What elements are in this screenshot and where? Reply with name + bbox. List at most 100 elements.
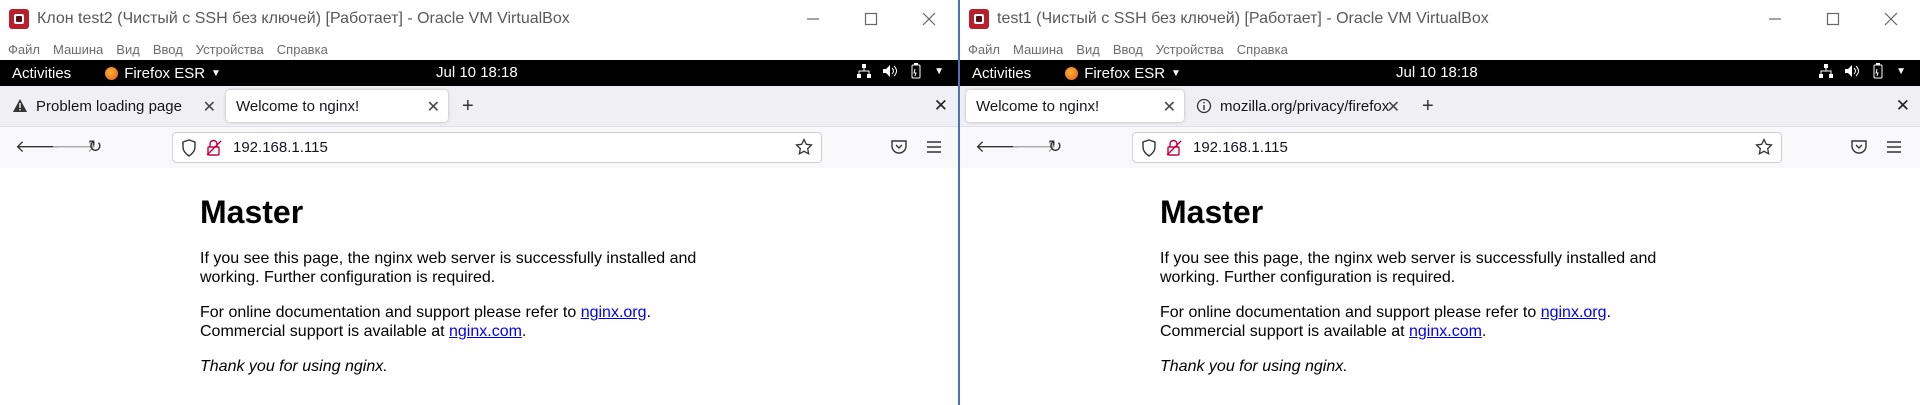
menu-input[interactable]: Ввод (1113, 42, 1143, 57)
support-text: Commercial support is available at (1160, 323, 1409, 340)
maximize-icon (1826, 12, 1840, 26)
tab-label: Welcome to nginx! (976, 97, 1100, 115)
menu-file[interactable]: Файл (968, 42, 1000, 57)
close-window-button[interactable] (1862, 0, 1920, 38)
page-content: Master If you see this page, the nginx w… (960, 168, 1920, 405)
tab-mozilla-privacy[interactable]: mozilla.org/privacy/firefox ✕ (1186, 90, 1408, 122)
app-menu[interactable]: Firefox ESR ▼ (1065, 65, 1181, 82)
insecure-lock-icon (1166, 139, 1182, 156)
close-window-button[interactable] (900, 0, 958, 38)
virtualbox-menubar: Файл Машина Вид Ввод Устройства Справка (0, 38, 958, 60)
menu-devices[interactable]: Устройства (1156, 42, 1224, 57)
window-titlebar[interactable]: test1 (Чистый с SSH без ключей) [Работае… (960, 0, 1920, 38)
clock[interactable]: Jul 10 18:18 (436, 64, 518, 81)
thanks-text: Thank you for using nginx. (1160, 358, 1348, 375)
network-icon (857, 64, 872, 78)
tab-welcome-nginx[interactable]: Welcome to nginx! ✕ (966, 90, 1184, 122)
menu-view[interactable]: Вид (116, 42, 140, 57)
app-menu-label: Firefox ESR (124, 64, 206, 82)
reload-button[interactable]: ↻ (88, 138, 102, 156)
tab-close-icon[interactable]: ✕ (1163, 97, 1176, 117)
volume-icon (1845, 65, 1860, 77)
url-bar[interactable]: 192.168.1.115 (1132, 132, 1782, 163)
minimize-icon (1769, 18, 1781, 20)
menu-machine[interactable]: Машина (53, 42, 103, 57)
menu-help[interactable]: Справка (277, 42, 328, 57)
page-content: Master If you see this page, the nginx w… (0, 168, 958, 405)
tab-problem-loading[interactable]: Problem loading page ✕ (2, 90, 224, 122)
minimize-button[interactable] (1746, 0, 1804, 38)
close-tabs-icon[interactable]: ✕ (1896, 96, 1910, 116)
window-titlebar[interactable]: Клон test2 (Чистый с SSH без ключей) [Ра… (0, 0, 958, 38)
system-tray[interactable]: ▼ (856, 63, 944, 79)
maximize-button[interactable] (1804, 0, 1862, 38)
caret-down-icon: ▼ (934, 65, 944, 77)
link-nginx-com[interactable]: nginx.com (449, 323, 522, 340)
tab-welcome-nginx[interactable]: Welcome to nginx! ✕ (226, 90, 448, 122)
paragraph-docs: For online documentation and support ple… (200, 303, 720, 341)
window-title: Клон test2 (Чистый с SSH без ключей) [Ра… (37, 10, 570, 27)
docs-text: For online documentation and support ple… (1160, 304, 1541, 321)
bookmark-star-icon (1755, 138, 1773, 156)
app-menu[interactable]: Firefox ESR ▼ (105, 65, 221, 82)
network-icon (1819, 64, 1834, 78)
caret-down-icon: ▼ (211, 67, 221, 79)
new-tab-button[interactable]: + (462, 96, 474, 116)
caret-down-icon: ▼ (1171, 67, 1181, 79)
support-period: . (521, 323, 527, 340)
bookmark-star-icon (795, 138, 813, 156)
menu-machine[interactable]: Машина (1013, 42, 1063, 57)
warning-icon (13, 99, 27, 112)
page-heading: Master (1160, 194, 1264, 230)
clock[interactable]: Jul 10 18:18 (1396, 64, 1478, 81)
menu-devices[interactable]: Устройства (196, 42, 264, 57)
insecure-lock-icon (206, 139, 222, 156)
activities-button[interactable]: Activities (12, 65, 71, 82)
url-text: 192.168.1.115 (233, 139, 328, 156)
info-icon (1196, 98, 1212, 114)
tab-label: Problem loading page (36, 97, 182, 115)
activities-button[interactable]: Activities (972, 65, 1031, 82)
new-tab-button[interactable]: + (1422, 96, 1434, 116)
hamburger-menu-icon (927, 141, 941, 153)
menu-help[interactable]: Справка (1237, 42, 1288, 57)
vm-window-right: test1 (Чистый с SSH без ключей) [Работае… (960, 0, 1920, 405)
docs-period: . (1606, 304, 1611, 321)
support-text: Commercial support is available at (200, 323, 449, 340)
pocket-icon (891, 140, 907, 154)
link-nginx-org[interactable]: nginx.org (581, 304, 647, 321)
link-nginx-org[interactable]: nginx.org (1541, 304, 1607, 321)
url-bar[interactable]: 192.168.1.115 (172, 132, 822, 163)
link-nginx-com[interactable]: nginx.com (1409, 323, 1482, 340)
firefox-icon (1065, 66, 1079, 80)
tab-close-icon[interactable]: ✕ (1387, 97, 1400, 117)
menu-file[interactable]: Файл (8, 42, 40, 57)
system-tray[interactable]: ▼ (1818, 63, 1906, 79)
navigation-toolbar: 🡐 🡒 ↻ 192.168.1.115 (0, 127, 958, 169)
battery-icon (1873, 63, 1883, 79)
close-tabs-icon[interactable]: ✕ (934, 96, 948, 116)
tab-bar: Problem loading page ✕ Welcome to nginx!… (0, 86, 958, 127)
maximize-button[interactable] (842, 0, 900, 38)
close-icon (1884, 12, 1898, 26)
tab-label: Welcome to nginx! (236, 97, 360, 115)
minimize-button[interactable] (784, 0, 842, 38)
navigation-toolbar: 🡐 🡒 ↻ 192.168.1.115 (960, 127, 1920, 169)
minimize-icon (807, 18, 819, 20)
pocket-icon (1851, 140, 1867, 154)
paragraph-intro: If you see this page, the nginx web serv… (1160, 250, 1657, 286)
virtualbox-icon (969, 9, 989, 29)
firefox-icon (105, 66, 119, 80)
docs-period: . (646, 304, 651, 321)
url-text: 192.168.1.115 (1193, 139, 1288, 156)
menu-input[interactable]: Ввод (153, 42, 183, 57)
reload-button[interactable]: ↻ (1048, 138, 1062, 156)
menu-view[interactable]: Вид (1076, 42, 1100, 57)
tab-close-icon[interactable]: ✕ (203, 97, 216, 117)
tab-close-icon[interactable]: ✕ (427, 97, 440, 117)
shield-icon (1142, 139, 1156, 157)
gnome-top-bar: Activities Firefox ESR ▼ Jul 10 18:18 ▼ (0, 60, 958, 86)
support-period: . (1481, 323, 1487, 340)
app-menu-label: Firefox ESR (1084, 64, 1166, 82)
hamburger-menu-icon (1887, 141, 1901, 153)
